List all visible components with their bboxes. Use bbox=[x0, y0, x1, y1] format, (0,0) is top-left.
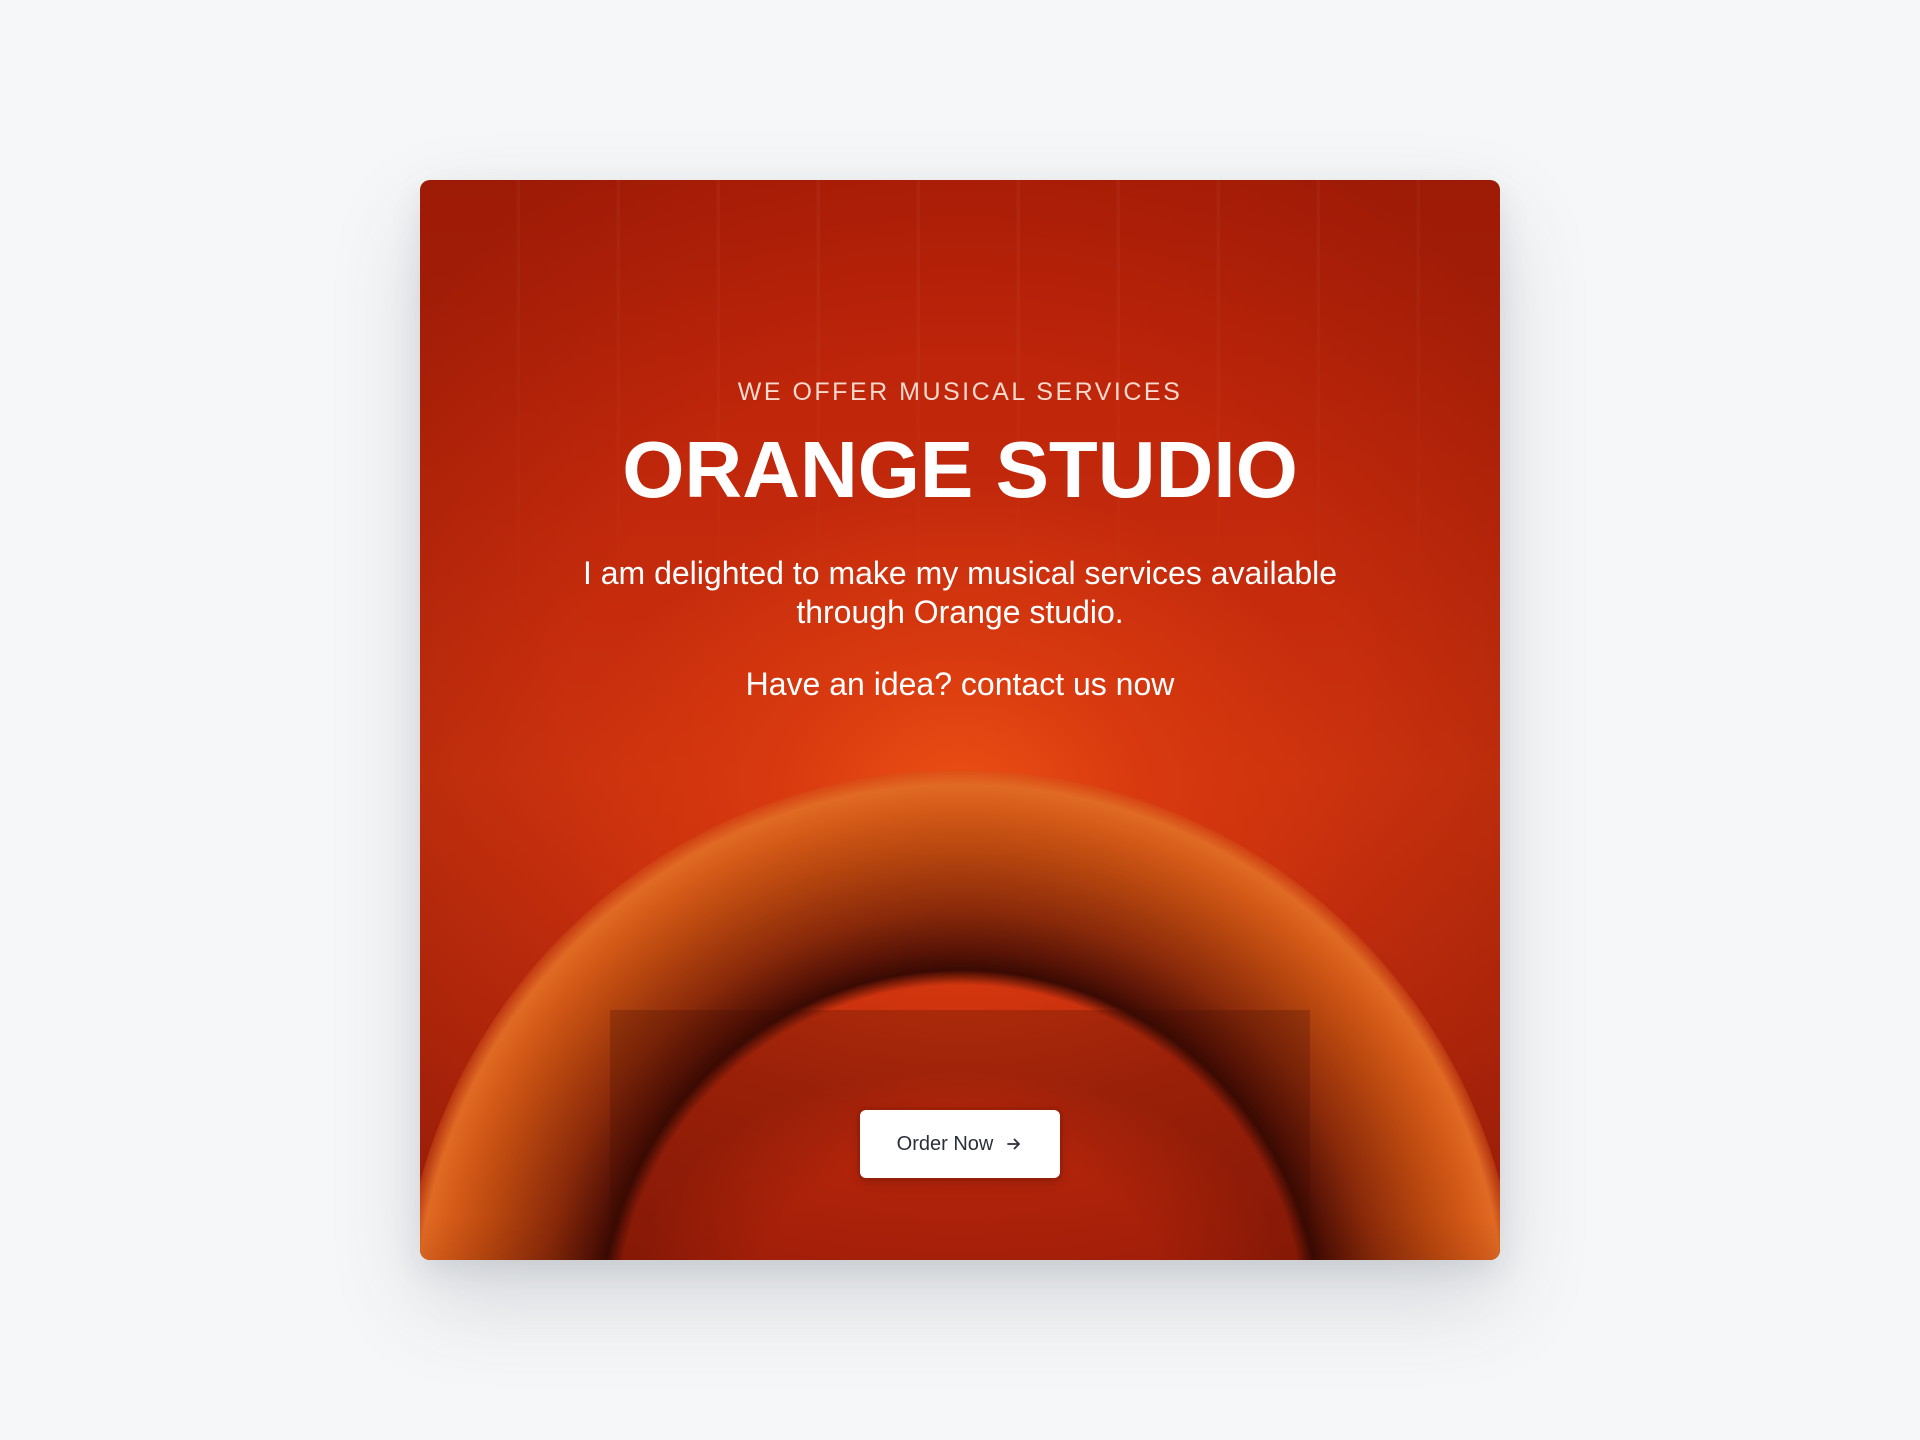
hero-eyebrow: WE OFFER MUSICAL SERVICES bbox=[737, 378, 1183, 406]
hero-cta-text: Have an idea? contact us now bbox=[745, 666, 1175, 702]
order-now-label: Order Now bbox=[896, 1132, 994, 1155]
arrow-right-icon bbox=[1005, 1135, 1023, 1153]
order-now-button[interactable]: Order Now bbox=[860, 1110, 1060, 1178]
hero-description: I am delighted to make my musical servic… bbox=[582, 555, 1338, 630]
hero-title: ORANGE STUDIO bbox=[622, 425, 1298, 514]
hero-card: WE OFFER MUSICAL SERVICES ORANGE STUDIO … bbox=[420, 180, 1500, 1260]
